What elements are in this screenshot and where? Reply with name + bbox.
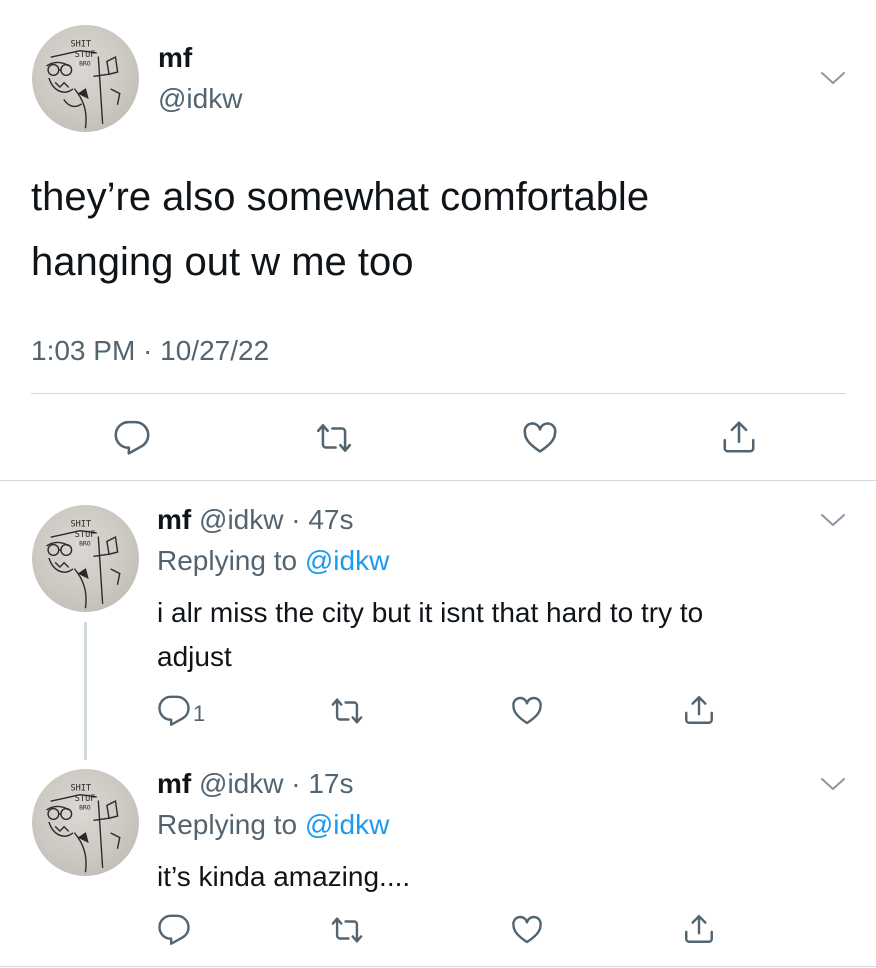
svg-text:SHIT: SHIT [71, 39, 92, 49]
like-button[interactable] [509, 694, 545, 728]
avatar-doodle-icon: SHIT STUF BRO [46, 39, 121, 129]
svg-text:SHIT: SHIT [71, 519, 92, 529]
replying-to: Replying to @idkw [157, 544, 389, 578]
reply-button[interactable] [113, 419, 151, 457]
share-icon [685, 696, 713, 724]
retweet-button[interactable] [329, 913, 365, 947]
reply-header: mf @idkw · 17s [157, 767, 353, 801]
reply-text-line-1: it’s kinda amazing.... [157, 861, 411, 892]
like-button[interactable] [509, 913, 545, 947]
retweet-icon [331, 917, 363, 943]
avatar[interactable]: SHIT STUF BRO [32, 25, 139, 132]
author-name[interactable]: mf [157, 768, 191, 799]
reply-header: mf @idkw · 47s [157, 503, 353, 537]
retweet-icon [316, 424, 352, 452]
retweet-button[interactable] [314, 419, 354, 457]
svg-text:STUF: STUF [75, 50, 96, 60]
author-name[interactable]: mf [157, 504, 191, 535]
svg-text:BRO: BRO [79, 804, 91, 812]
reply-button[interactable]: 1 [157, 694, 205, 728]
share-button[interactable] [720, 417, 758, 457]
tweet-text-line-2: hanging out w me too [31, 240, 414, 284]
author-name[interactable]: mf [158, 41, 192, 75]
more-options-chevron-icon[interactable] [818, 510, 848, 530]
avatar-doodle-icon: SHIT STUF BRO [46, 783, 121, 873]
replying-to-label: Replying to [157, 545, 305, 576]
like-button[interactable] [520, 419, 560, 457]
share-button[interactable] [682, 911, 716, 947]
heart-icon [512, 696, 542, 725]
svg-text:STUF: STUF [75, 530, 96, 540]
replying-to-label: Replying to [157, 809, 305, 840]
heart-icon [523, 422, 557, 453]
heart-icon [512, 915, 542, 944]
tweet-timestamp[interactable]: 1:03 PM · 10/27/22 [31, 334, 269, 368]
reply-count: 1 [193, 701, 206, 726]
author-meta[interactable]: @idkw · 17s [199, 768, 353, 799]
tweet-text-line-1: they’re also somewhat comfortable [31, 175, 650, 219]
avatar[interactable]: SHIT STUF BRO [32, 769, 139, 876]
share-icon [685, 915, 713, 943]
retweet-button[interactable] [329, 694, 365, 728]
divider [31, 393, 846, 394]
replying-to: Replying to @idkw [157, 808, 389, 842]
author-meta[interactable]: @idkw · 47s [199, 504, 353, 535]
retweet-icon [331, 698, 363, 724]
replying-to-link[interactable]: @idkw [305, 809, 389, 840]
divider [0, 966, 876, 967]
share-icon [723, 421, 755, 453]
share-button[interactable] [682, 692, 716, 728]
more-options-chevron-icon[interactable] [818, 68, 848, 88]
reply-icon [114, 420, 150, 455]
author-handle[interactable]: @idkw [158, 82, 242, 116]
replying-to-link[interactable]: @idkw [305, 545, 389, 576]
divider [0, 480, 876, 481]
reply-text-line-1: i alr miss the city but it isnt that har… [157, 597, 704, 628]
reply-button[interactable] [157, 913, 191, 947]
svg-text:BRO: BRO [79, 540, 91, 548]
svg-text:BRO: BRO [79, 60, 91, 68]
avatar[interactable]: SHIT STUF BRO [32, 505, 139, 612]
reply-text-line-2: adjust [157, 641, 232, 672]
reply-icon [158, 914, 190, 945]
reply-icon [158, 695, 190, 726]
avatar-doodle-icon: SHIT STUF BRO [46, 519, 121, 609]
thread-connector-line [84, 622, 87, 760]
svg-text:SHIT: SHIT [71, 783, 92, 793]
more-options-chevron-icon[interactable] [818, 774, 848, 794]
svg-text:STUF: STUF [75, 794, 96, 804]
